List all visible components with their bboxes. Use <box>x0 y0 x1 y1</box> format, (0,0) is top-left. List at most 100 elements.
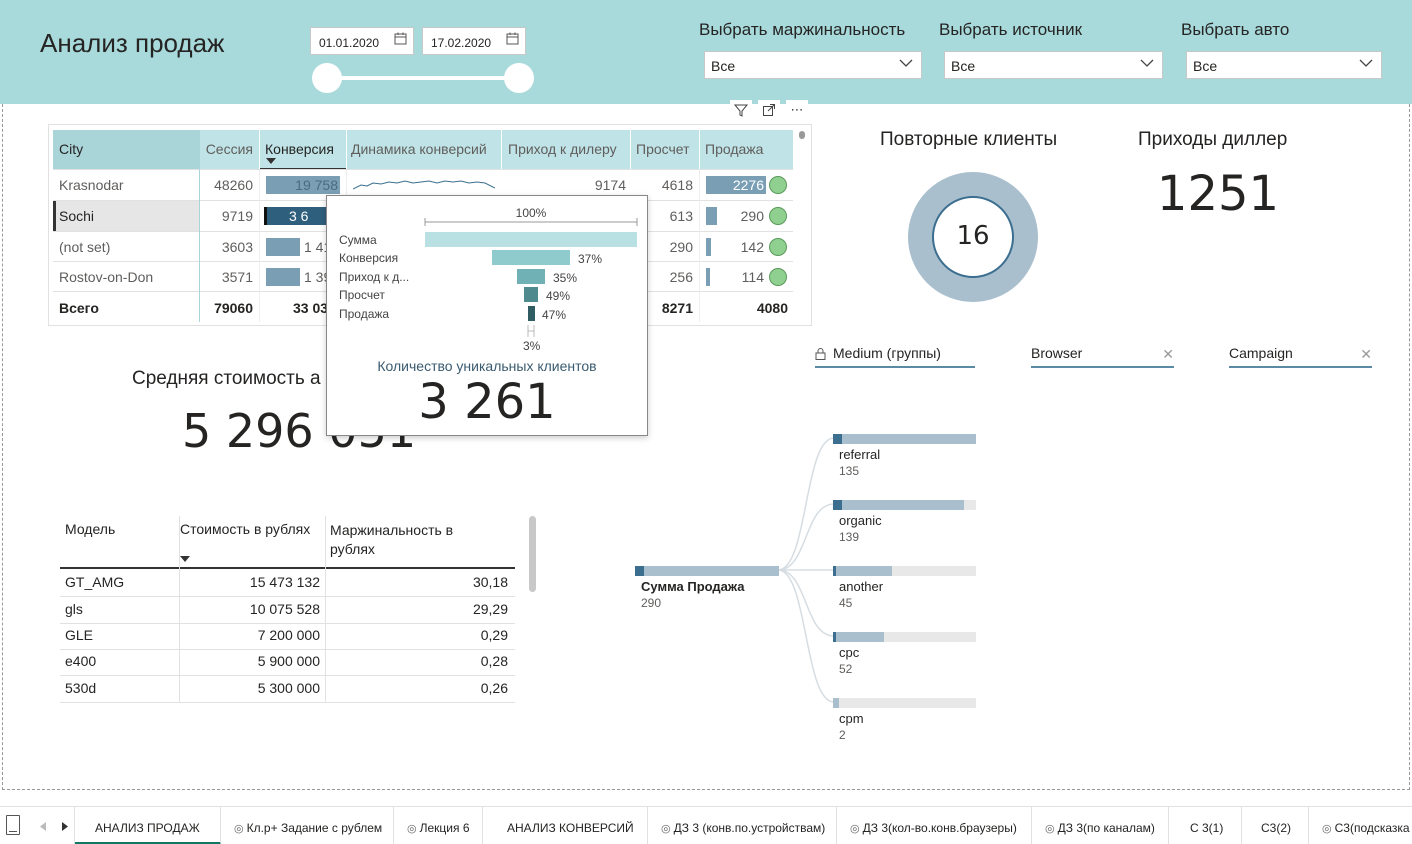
page-title: Анализ продаж <box>40 28 225 58</box>
scrollbar[interactable] <box>529 516 536 592</box>
funnel-tooltip: 100% Сумма Конверсия Приход к д... Просч… <box>326 195 648 436</box>
tab-label: АНАЛИЗ КОНВЕРСИЙ <box>507 821 634 835</box>
funnel-stage-pct: 35% <box>553 271 578 285</box>
filter-margin-select[interactable]: Все <box>704 51 922 79</box>
tree-node-value: 52 <box>839 662 853 676</box>
model-cell[interactable]: GT_AMG <box>65 570 124 596</box>
funnel-bar <box>492 250 570 265</box>
tree-bar-fill <box>833 434 976 444</box>
date-range-slider-track[interactable] <box>326 76 520 80</box>
tree-node-bar[interactable] <box>833 500 976 510</box>
column-header-model[interactable]: Модель <box>65 521 115 537</box>
column-divider <box>699 170 700 322</box>
city-cell[interactable]: (not set) <box>59 232 110 262</box>
column-header-cost[interactable]: Стоимость в рублях <box>180 521 310 537</box>
column-header-dealer-visits[interactable]: Приход к дилеру <box>502 130 630 170</box>
tree-node-bar[interactable] <box>833 434 976 444</box>
tab-hw3-browsers[interactable]: ◎ ДЗ 3(кол-во.конв.браузеры) <box>838 807 1032 844</box>
cost-cell: 5 300 000 <box>257 680 320 696</box>
cost-cell: 15 473 132 <box>249 574 320 590</box>
column-divider <box>179 516 180 702</box>
row-divider <box>60 702 515 703</box>
funnel-stage-label: Приход к д... <box>339 270 410 284</box>
tab-c3-2[interactable]: С3(2) <box>1243 807 1309 844</box>
tab-hw3-devices[interactable]: ◎ ДЗ 3 (конв.по.устройствам) <box>649 807 837 844</box>
city-cell[interactable]: Rostov-on-Don <box>59 262 153 292</box>
column-header-sale[interactable]: Продажа <box>700 130 793 170</box>
page-navigator-icon[interactable] <box>6 815 20 835</box>
funnel-range-marker <box>424 218 638 226</box>
model-cell[interactable]: gls <box>65 597 83 623</box>
column-header-calc[interactable]: Просчет <box>631 130 699 170</box>
cost-cell: 5 900 000 <box>257 653 320 669</box>
tab-sales-analysis[interactable]: АНАЛИЗ ПРОДАЖ <box>75 807 221 844</box>
column-divider <box>199 130 200 322</box>
margin-cell: 30,18 <box>472 574 508 590</box>
hidden-page-icon: ◎ <box>234 823 244 835</box>
tree-bar-cap <box>635 566 644 576</box>
model-cell[interactable]: GLE <box>65 623 93 649</box>
tree-level-label: Browser <box>1031 345 1083 361</box>
filter-source-select[interactable]: Все <box>944 51 1163 79</box>
column-header-conversion[interactable]: Конверсия <box>260 130 346 170</box>
tree-root-bar[interactable] <box>635 566 779 576</box>
calendar-icon[interactable] <box>506 32 519 48</box>
margin-cell: 29,29 <box>472 601 508 617</box>
tree-node-bar[interactable] <box>833 698 976 708</box>
filter-auto-select[interactable]: Все <box>1186 51 1382 79</box>
sale-cell: 290 <box>740 208 764 224</box>
tab-label: АНАЛИЗ ПРОДАЖ <box>95 821 200 835</box>
tree-bar-cap <box>833 500 842 510</box>
tab-c3-1[interactable]: С 3(1) <box>1170 807 1242 844</box>
model-cell[interactable]: 530d <box>65 676 96 702</box>
tab-task-rubles[interactable]: ◎ Кл.р+ Задание с рублем <box>222 807 394 844</box>
tree-node-label: referral <box>839 447 881 462</box>
close-icon[interactable]: ✕ <box>1162 346 1174 363</box>
date-range-slider-start-handle[interactable] <box>312 63 342 93</box>
model-cell[interactable]: e400 <box>65 649 96 675</box>
session-cell: 9719 <box>221 208 253 224</box>
column-header-margin[interactable]: Маржинальность в рублях <box>330 521 480 559</box>
tab-hw3-channels[interactable]: ◎ ДЗ 3(по каналам) <box>1033 807 1169 844</box>
tree-node-bar[interactable] <box>833 566 976 576</box>
column-header-conversion-dynamics[interactable]: Динамика конверсий <box>347 130 501 170</box>
column-header-city[interactable]: City <box>53 130 199 170</box>
tab-lecture-6[interactable]: ◎ Лекция 6 <box>395 807 483 844</box>
tree-bar-cap <box>833 434 842 444</box>
tree-level-medium[interactable]: Medium (группы) <box>815 344 975 368</box>
tree-node-label: organic <box>839 513 882 528</box>
date-from-input[interactable]: 01.01.2020 <box>310 27 414 55</box>
tree-node-value: 2 <box>839 728 846 742</box>
city-cell[interactable]: Sochi <box>59 201 94 231</box>
city-cell[interactable]: Krasnodar <box>59 170 124 200</box>
tree-level-campaign[interactable]: Campaign ✕ <box>1229 344 1372 368</box>
scrollbar[interactable] <box>799 131 805 139</box>
chevron-right-icon[interactable] <box>62 822 68 831</box>
calendar-icon[interactable] <box>394 32 407 48</box>
tree-node-bar[interactable] <box>833 632 976 642</box>
conversion-bar <box>266 268 300 286</box>
header-divider <box>60 567 515 569</box>
tab-conversion-analysis[interactable]: АНАЛИЗ КОНВЕРСИЙ <box>484 807 648 844</box>
column-header-session[interactable]: Сессия <box>199 130 259 170</box>
total-sale: 4080 <box>756 300 788 316</box>
visual-header-toolbar: ⋯ <box>730 100 812 122</box>
tab-label: ДЗ 3(по каналам) <box>1057 821 1155 835</box>
funnel-bar <box>517 269 545 284</box>
column-divider <box>325 516 326 702</box>
filter-auto-value: Все <box>1193 58 1218 74</box>
more-options-icon[interactable]: ⋯ <box>786 100 808 120</box>
filter-icon[interactable] <box>730 100 752 120</box>
close-icon[interactable]: ✕ <box>1360 346 1372 363</box>
focus-mode-icon[interactable] <box>758 100 780 120</box>
tab-c3-hint[interactable]: ◎ С3(подсказка <box>1310 807 1412 844</box>
tab-label: ДЗ 3(кол-во.конв.браузеры) <box>862 821 1017 835</box>
date-range-slider-end-handle[interactable] <box>504 63 534 93</box>
date-to-value: 17.02.2020 <box>431 36 492 50</box>
chevron-left-icon[interactable] <box>40 822 46 831</box>
tree-level-browser[interactable]: Browser ✕ <box>1031 344 1174 368</box>
funnel-stage-pct: 37% <box>578 252 603 266</box>
date-to-input[interactable]: 17.02.2020 <box>422 27 526 55</box>
filter-margin-value: Все <box>711 58 736 74</box>
funnel-stage-label: Сумма <box>339 233 377 247</box>
